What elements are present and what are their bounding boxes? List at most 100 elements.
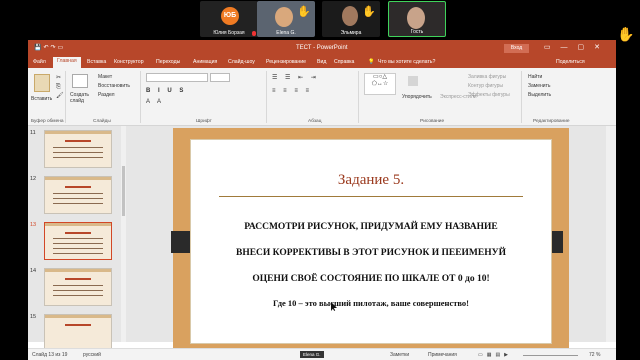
tab-slideshow[interactable]: Слайд-шоу: [228, 59, 255, 65]
view-buttons[interactable]: ▭▦▤▶: [478, 352, 512, 358]
participant-video: [407, 7, 425, 29]
paragraph-group-label: Абзац: [308, 119, 322, 124]
muted-mic-icon: [252, 31, 256, 36]
slide-thumbnail-panel: 11 12 13 14 15: [28, 126, 126, 352]
participant-tile[interactable]: ✋ Elena G.: [257, 1, 315, 37]
tab-animation[interactable]: Анимация: [193, 59, 217, 65]
group-divider: [65, 71, 66, 123]
group-divider: [140, 71, 141, 123]
arrange-button[interactable]: Упорядочить: [402, 94, 432, 100]
font-color-buttons[interactable]: A A: [146, 99, 164, 105]
slide-number: 12: [30, 176, 37, 182]
current-slide[interactable]: Задание 5. РАССМОТРИ РИСУНОК, ПРИДУМАЙ Е…: [190, 139, 552, 344]
login-button[interactable]: Вход: [504, 44, 529, 53]
ribbon-tabs: Файл Главная Вставка Конструктор Переход…: [28, 57, 616, 68]
align-buttons[interactable]: ≡ ≡ ≡ ≡: [272, 88, 312, 94]
participant-video: [342, 6, 358, 26]
tab-review[interactable]: Рецензирование: [266, 59, 306, 65]
participant-tile-speaking[interactable]: Гость: [388, 1, 446, 37]
participant-tile[interactable]: ✋ Эльмира: [322, 1, 380, 37]
slide-number: 15: [30, 314, 37, 320]
slide-thumbnail[interactable]: [44, 130, 112, 168]
slide-text-line: Где 10 – это высший пилотаж, ваше соверш…: [272, 298, 470, 308]
window-title: ТЕСТ - PowerPoint: [296, 45, 348, 51]
group-divider: [521, 71, 522, 123]
tab-transitions[interactable]: Переходы: [156, 59, 180, 65]
active-speaker-label: Elena G.: [300, 351, 324, 358]
slide-number: 13: [30, 222, 37, 228]
slide-scrollbar[interactable]: [606, 126, 616, 342]
tab-help[interactable]: Справка: [334, 59, 354, 65]
group-divider: [266, 71, 267, 123]
slide-thumbnail-selected[interactable]: [44, 222, 112, 260]
tab-home[interactable]: Главная: [53, 57, 81, 68]
clipboard-group-label: Буфер обмена: [31, 119, 64, 124]
find-button[interactable]: Найти: [528, 74, 542, 80]
section-button[interactable]: Раздел: [98, 92, 115, 98]
tell-me-search[interactable]: Что вы хотите сделать?: [378, 59, 435, 65]
font-format-buttons[interactable]: B I U S: [146, 88, 186, 94]
participant-name: Гость: [410, 29, 424, 35]
window-controls[interactable]: ▭—▢✕: [544, 43, 610, 51]
zoom-level[interactable]: 72 %: [589, 352, 600, 358]
raise-hand-icon: ✋: [362, 6, 376, 18]
slide-title: Задание 5.: [337, 172, 405, 188]
shape-effects-button[interactable]: Эффекты фигуры: [468, 92, 510, 98]
reset-button[interactable]: Восстановить: [98, 83, 130, 89]
search-icon[interactable]: 💡: [368, 59, 374, 65]
zoom-slider[interactable]: [523, 355, 578, 356]
new-slide-icon[interactable]: [72, 74, 88, 88]
slide-text-line: ОЦЕНИ СВОЁ СОСТОЯНИЕ ПО ШКАЛЕ ОТ 0 до 10…: [252, 274, 490, 284]
title-divider: [219, 196, 523, 197]
slides-group-label: Слайды: [93, 119, 111, 124]
new-slide-button[interactable]: Создать слайд: [70, 92, 95, 104]
font-size-dropdown[interactable]: [210, 73, 230, 82]
tab-file[interactable]: Файл: [33, 59, 46, 65]
paste-icon[interactable]: [34, 74, 50, 92]
replace-button[interactable]: Заменить: [528, 83, 550, 89]
participant-name: Эльмира: [340, 30, 362, 36]
list-buttons[interactable]: ☰ ☰ ⇤ ⇥: [272, 74, 319, 81]
slide-number: 14: [30, 268, 37, 274]
participant-tile[interactable]: ЮБ Юлия Борзая: [200, 1, 258, 37]
avatar: ЮБ: [221, 7, 239, 25]
slide-text-line: РАССМОТРИ РИСУНОК, ПРИДУМАЙ ЕМУ НАЗВАНИЕ: [244, 222, 498, 232]
video-call-window: ЮБ Юлия Борзая ✋ Elena G. ✋ Эльмира Гост…: [0, 0, 640, 360]
editing-group-label: Редактирование: [533, 119, 570, 124]
notes-button[interactable]: Заметки: [390, 352, 409, 358]
select-button[interactable]: Выделить: [528, 92, 551, 98]
shape-fill-button[interactable]: Заливка фигуры: [468, 74, 506, 80]
clipboard-tools-icon[interactable]: ✂ ⎘ 🖌: [56, 74, 64, 101]
slide-thumbnail[interactable]: [44, 314, 112, 352]
slide-number: 11: [30, 130, 36, 136]
title-bar: 💾↶↷▭ ТЕСТ - PowerPoint Вход ▭—▢✕: [28, 40, 616, 57]
arrange-icon[interactable]: [408, 76, 418, 86]
participant-video: [275, 7, 293, 27]
comments-button[interactable]: Примечания: [428, 352, 457, 358]
language-indicator[interactable]: русский: [83, 352, 101, 358]
tab-design[interactable]: Конструктор: [114, 59, 144, 65]
powerpoint-window: 💾↶↷▭ ТЕСТ - PowerPoint Вход ▭—▢✕ Файл Гл…: [28, 40, 616, 360]
quick-access-toolbar[interactable]: 💾↶↷▭: [34, 44, 65, 51]
slide-thumbnail[interactable]: [44, 268, 112, 306]
drawing-group-label: Рисование: [420, 119, 445, 124]
slide-text-line: ВНЕСИ КОРРЕКТИВЫ В ЭТОТ РИСУНОК И ПЕЕИМЕ…: [235, 248, 506, 258]
participant-name: Elena G.: [276, 30, 296, 36]
slide-counter: Слайд 13 из 19: [32, 352, 68, 358]
editor-area: 11 12 13 14 15 Задание 5. РАССМОТРИ РИСУ…: [28, 126, 616, 353]
slide-thumbnail[interactable]: [44, 176, 112, 214]
tab-insert[interactable]: Вставка: [87, 59, 106, 65]
paste-button[interactable]: Вставить: [31, 96, 52, 102]
font-name-dropdown[interactable]: [146, 73, 208, 82]
participant-name: Юлия Борзая: [213, 30, 245, 36]
layout-button[interactable]: Макет: [98, 74, 112, 80]
font-group-label: Шрифт: [196, 119, 212, 124]
shapes-gallery[interactable]: ▭○△ ⬠↔☆: [364, 73, 396, 95]
shape-outline-button[interactable]: Контур фигуры: [468, 83, 503, 89]
thumbnail-scrollbar[interactable]: [121, 126, 126, 342]
raise-hand-icon: ✋: [617, 26, 635, 42]
tab-view[interactable]: Вид: [317, 59, 326, 65]
raise-hand-icon: ✋: [297, 6, 311, 18]
group-divider: [358, 71, 359, 123]
share-button[interactable]: Поделиться: [556, 59, 585, 65]
